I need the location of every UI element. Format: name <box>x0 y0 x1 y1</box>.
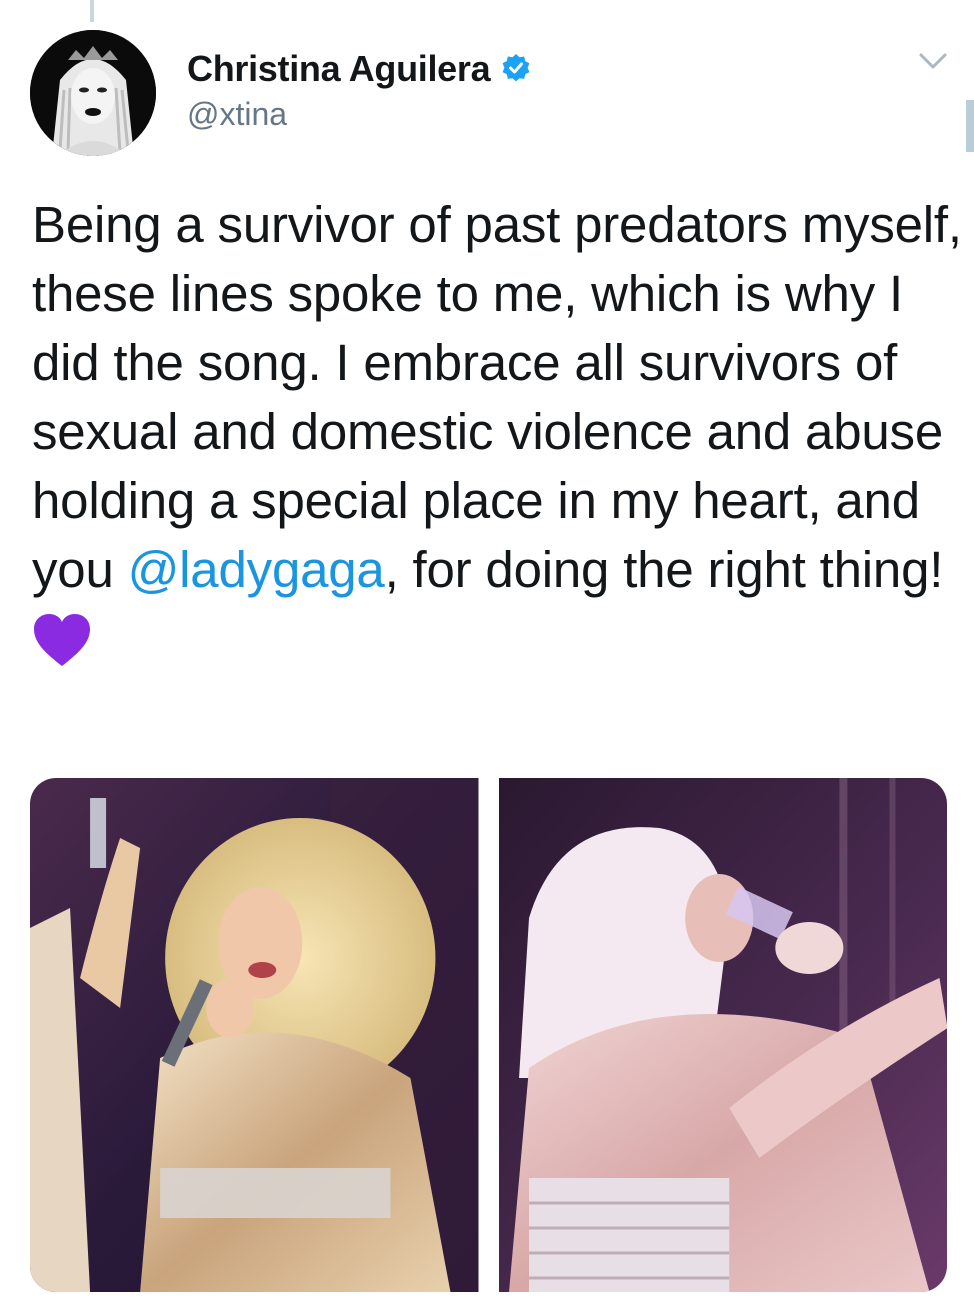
photo-christina-aguilera[interactable] <box>30 778 479 1292</box>
tweet-media-grid <box>30 778 947 1292</box>
chevron-down-icon[interactable] <box>918 50 948 72</box>
thread-connector-line <box>90 0 94 22</box>
author-name-row: Christina Aguilera <box>187 46 532 92</box>
purple-heart-icon <box>32 612 92 668</box>
tweet-text-body: Being a survivor of past predators mysel… <box>32 196 962 598</box>
avatar[interactable] <box>30 30 156 156</box>
mention-link[interactable]: @ladygaga <box>128 541 385 598</box>
scroll-indicator[interactable] <box>966 100 974 152</box>
verified-badge-icon <box>500 53 532 85</box>
photo-lady-gaga[interactable] <box>498 778 947 1292</box>
author-display-name[interactable]: Christina Aguilera <box>187 48 491 90</box>
tweet-text: Being a survivor of past predators mysel… <box>32 190 962 668</box>
tweet-text-end: , for doing the right thing! <box>384 541 944 598</box>
author-handle[interactable]: @xtina <box>187 96 532 133</box>
tweet-author: Christina Aguilera @xtina <box>187 46 532 133</box>
